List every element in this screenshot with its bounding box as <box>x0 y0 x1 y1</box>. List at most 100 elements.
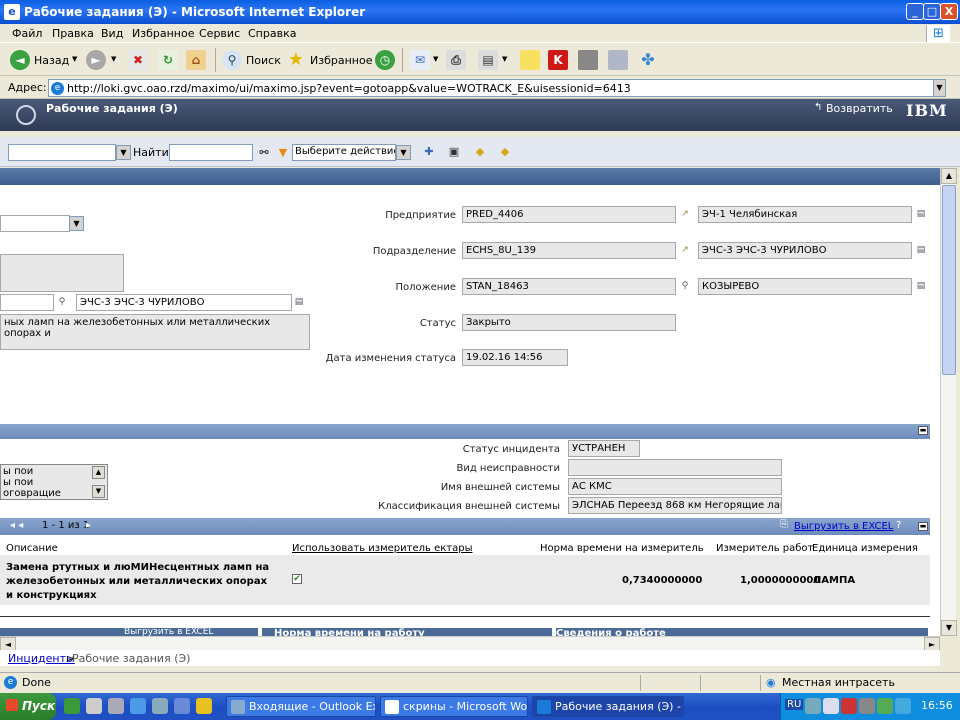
menu-tools[interactable]: Сервис <box>199 27 240 40</box>
location-input[interactable]: STAN_18463 <box>462 278 676 295</box>
pager-prev-icon[interactable]: ◂ ◂ <box>10 520 23 531</box>
quicklaunch-icon[interactable] <box>86 698 102 714</box>
forward-dropdown-icon[interactable]: ▼ <box>111 55 116 63</box>
tray-icon[interactable] <box>805 698 821 714</box>
task-word[interactable]: скрины - Microsoft Word <box>380 696 528 717</box>
messenger-icon[interactable] <box>578 50 598 70</box>
address-dropdown-icon[interactable]: ▼ <box>933 80 945 96</box>
language-indicator[interactable]: RU <box>785 699 804 710</box>
action-select[interactable]: Выберите действие <box>292 144 396 161</box>
stop-icon[interactable]: ✖ <box>128 50 148 70</box>
query-select[interactable] <box>8 144 116 161</box>
edit-dropdown-icon[interactable]: ▼ <box>502 55 507 63</box>
export-excel-link[interactable]: Выгрузить в EXCEL <box>794 521 893 532</box>
action-dropdown-icon[interactable]: ▼ <box>276 146 290 160</box>
list-item[interactable]: оговращие <box>3 488 105 499</box>
find-input[interactable] <box>169 144 253 161</box>
left-textarea[interactable] <box>0 254 124 292</box>
back-arrow-icon[interactable]: ◄ <box>10 50 30 70</box>
back-dropdown-icon[interactable]: ▼ <box>72 55 77 63</box>
enterprise-input[interactable]: PRED_4406 <box>462 206 676 223</box>
notes-icon[interactable] <box>520 50 540 70</box>
bottom-export-link[interactable]: Выгрузить в EXCEL <box>124 627 213 636</box>
back-button[interactable]: Назад <box>34 54 69 67</box>
forward-arrow-icon[interactable]: ► <box>86 50 106 70</box>
favorites-button[interactable]: Избранное <box>310 54 372 67</box>
task-outlook[interactable]: Входящие - Outlook Exp... <box>226 696 376 717</box>
scroll-down-icon[interactable]: ▼ <box>941 620 957 636</box>
enterprise-lookup-icon[interactable]: ↗ <box>680 209 690 219</box>
research-icon[interactable] <box>608 50 628 70</box>
fault-type-input[interactable] <box>568 459 782 476</box>
search-icon[interactable]: ⚲ <box>222 50 242 70</box>
incident-status-input[interactable]: УСТРАНЕН <box>568 440 640 457</box>
history-icon[interactable]: ◷ <box>375 50 395 70</box>
minimize-button[interactable]: _ <box>906 3 924 20</box>
menu-help[interactable]: Справка <box>248 27 296 40</box>
enterprise-detail-icon[interactable]: ▤ <box>916 209 926 219</box>
menu-file[interactable]: Файл <box>12 27 42 40</box>
tray-icon[interactable] <box>877 698 893 714</box>
list-item[interactable]: ы пои <box>3 477 105 488</box>
address-input[interactable]: http://loki.gvc.oao.rzd/maximo/ui/maximo… <box>48 79 946 97</box>
close-button[interactable]: X <box>940 3 958 20</box>
use-meter-checkbox[interactable]: ✔ <box>292 574 302 584</box>
start-button[interactable]: Пуск <box>0 693 56 720</box>
tray-icon[interactable] <box>841 698 857 714</box>
external-system-input[interactable]: АС КМС <box>568 478 782 495</box>
new-record-icon[interactable]: ✚ <box>422 145 436 159</box>
binoculars-icon[interactable]: ⚯ <box>257 146 271 160</box>
vertical-scrollbar[interactable]: ▲ ▼ <box>940 168 957 636</box>
left-code-input[interactable] <box>0 294 54 311</box>
pager-next-icon[interactable]: ▸ <box>86 520 91 531</box>
grid-help-icon[interactable]: ? <box>896 520 901 531</box>
col-meter[interactable]: Измеритель работ <box>716 543 813 554</box>
left-description[interactable]: ных ламп на железобетонных или металличе… <box>0 314 310 350</box>
tray-icon[interactable] <box>823 698 839 714</box>
maximize-button[interactable]: □ <box>923 3 941 20</box>
col-norm-time[interactable]: Норма времени на измеритель <box>540 543 704 554</box>
edit-icon[interactable]: ▤ <box>478 50 498 70</box>
col-description[interactable]: Описание <box>6 543 58 554</box>
mail-icon[interactable]: ✉ <box>410 50 430 70</box>
task-ie[interactable]: Рабочие задания (Э) - ... <box>532 696 684 717</box>
col-unit[interactable]: Единица измерения <box>812 543 918 554</box>
list-down-icon[interactable]: ▼ <box>92 485 105 498</box>
subdivision-detail-icon[interactable]: ▤ <box>916 245 926 255</box>
next-icon[interactable]: ◆ <box>498 145 512 159</box>
external-class-input[interactable]: ЭЛСНАБ Переезд 868 км Негорящие лампы <box>568 497 782 514</box>
collapse-icon[interactable]: ▬ <box>918 426 928 435</box>
location-detail-icon[interactable]: ▤ <box>916 281 926 291</box>
quicklaunch-icon[interactable] <box>130 698 146 714</box>
location-search-icon[interactable]: ⚲ <box>680 281 690 291</box>
menu-view[interactable]: Вид <box>101 27 123 40</box>
msn-icon[interactable]: ✤ <box>638 50 658 70</box>
menu-edit[interactable]: Правка <box>52 27 94 40</box>
subdivision-lookup-icon[interactable]: ↗ <box>680 245 690 255</box>
left-desc-input[interactable]: ЭЧС-3 ЭЧС-3 ЧУРИЛОВО <box>76 294 292 311</box>
previous-icon[interactable]: ◆ <box>473 145 487 159</box>
status-input[interactable]: Закрыто <box>462 314 676 331</box>
list-item[interactable]: ы пои <box>3 466 105 477</box>
export-icon[interactable]: ⎘ <box>780 519 788 530</box>
quicklaunch-icon[interactable] <box>196 698 212 714</box>
query-dropdown-icon[interactable]: ▼ <box>116 145 131 160</box>
menu-favorites[interactable]: Избранное <box>132 27 194 40</box>
action-select-arrow-icon[interactable]: ▼ <box>396 145 411 160</box>
tray-icon[interactable] <box>895 698 911 714</box>
kaspersky-icon[interactable]: K <box>548 50 568 70</box>
grid-collapse-icon[interactable]: ▬ <box>918 522 928 531</box>
tray-icon[interactable] <box>859 698 875 714</box>
search-button[interactable]: Поиск <box>246 54 281 67</box>
refresh-icon[interactable]: ↻ <box>158 50 178 70</box>
favorites-star-icon[interactable]: ★ <box>286 50 306 70</box>
subdivision-input[interactable]: ECHS_8U_139 <box>462 242 676 259</box>
left-select[interactable] <box>0 215 70 232</box>
quicklaunch-icon[interactable] <box>108 698 124 714</box>
save-icon[interactable]: ▣ <box>447 145 461 159</box>
home-icon[interactable]: ⌂ <box>186 50 206 70</box>
scroll-thumb[interactable] <box>942 185 956 375</box>
left-search-icon[interactable]: ⚲ <box>57 297 67 307</box>
col-use-meter[interactable]: Использовать измеритель ектары <box>292 543 472 554</box>
print-icon[interactable]: ⎙ <box>446 50 466 70</box>
